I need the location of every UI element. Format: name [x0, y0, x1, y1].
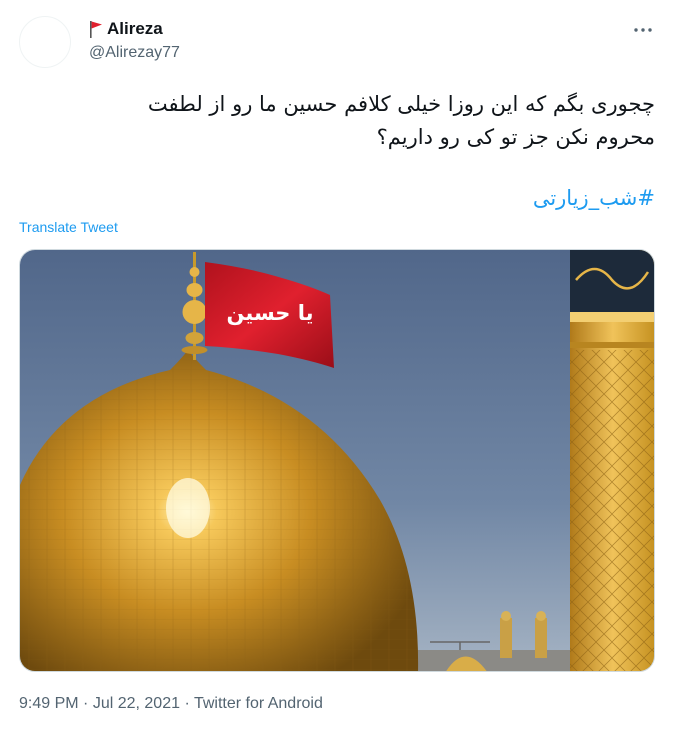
meta-separator-1: ·: [78, 695, 93, 712]
tweet-photo[interactable]: یا حسین: [19, 249, 655, 672]
translate-tweet-link[interactable]: Translate Tweet: [19, 219, 118, 235]
red-flag-icon: [90, 20, 102, 38]
display-name[interactable]: Alireza: [107, 19, 163, 39]
flag-inscription: یا حسین: [226, 301, 313, 325]
meta-separator-2: ·: [180, 695, 194, 712]
more-options-button[interactable]: [631, 22, 655, 38]
tweet-text-line-2: محروم نکن جز تو کی رو داریم؟: [376, 125, 655, 149]
tweet-text-line-1: چجوری بگم که این روزا خیلی کلافم حسین ما…: [147, 92, 655, 116]
username-handle[interactable]: @Alirezay77: [89, 44, 180, 62]
tweet-source[interactable]: Twitter for Android: [194, 695, 323, 712]
avatar[interactable]: [19, 16, 71, 68]
tweet-date[interactable]: Jul 22, 2021: [93, 695, 180, 712]
author-name-row[interactable]: Alireza: [89, 19, 163, 39]
hashtag-link[interactable]: #شب_زیارتی: [533, 182, 655, 215]
tweet-time[interactable]: 9:49 PM: [19, 695, 79, 712]
more-dots-icon: [634, 28, 652, 32]
shrine-dome-photo: یا حسین: [20, 250, 654, 671]
tweet-metadata: 9:49 PM · Jul 22, 2021 · Twitter for And…: [19, 695, 323, 713]
tweet-text: چجوری بگم که این روزا خیلی کلافم حسین ما…: [15, 88, 655, 154]
